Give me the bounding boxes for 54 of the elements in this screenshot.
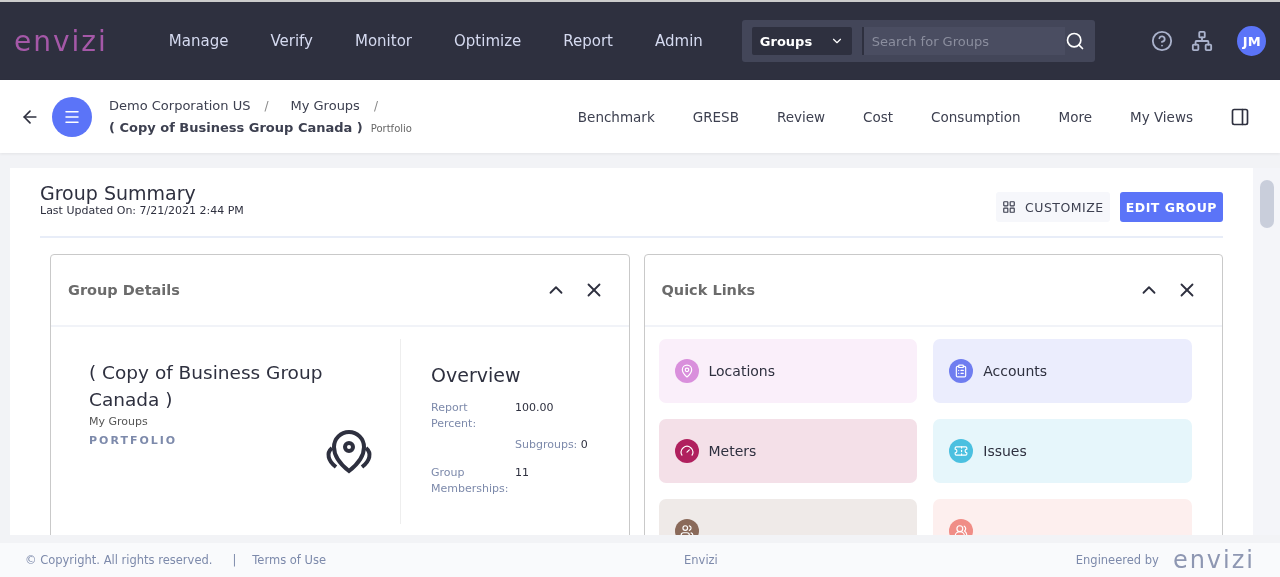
footer-brand: Envizi (684, 553, 718, 567)
panel-title: Quick Links (661, 282, 757, 298)
breadcrumb-separator: / (373, 99, 378, 113)
overview-value: 100.00 (515, 400, 555, 416)
engineered-by-text: Engineered by (1075, 553, 1159, 567)
customize-button[interactable]: CUSTOMIZE (996, 192, 1110, 222)
overview-label: Group Memberships: (431, 465, 510, 497)
nav-menu-item[interactable]: Monitor (333, 32, 433, 50)
quick-link[interactable]: Meters (658, 419, 918, 483)
nav-tab[interactable]: Benchmark (558, 108, 674, 125)
nav-tab[interactable]: My Views (1111, 108, 1212, 125)
nav-menu-item[interactable]: Optimize (433, 32, 543, 50)
nav-menu-item[interactable]: Manage (147, 32, 250, 50)
quick-link[interactable]: Accounts (933, 339, 1192, 403)
footer-separator: | (232, 553, 237, 567)
nav-menu-item[interactable]: Admin (634, 32, 724, 50)
nav-tab[interactable]: Consumption (912, 108, 1040, 125)
overview-stat: Subgroups: 0 (515, 438, 588, 451)
location-pins-icon (324, 429, 374, 475)
envizi-logo: envizi (1172, 546, 1255, 574)
help-icon[interactable] (1151, 30, 1174, 52)
overview-title: Overview (431, 364, 522, 386)
group-type-label: PORTFOLIO (89, 434, 179, 447)
nav-tab[interactable]: Cost (844, 108, 913, 125)
group-title: ( Copy of Business Group Canada ) (109, 120, 363, 135)
copyright-text: © Copyright. All rights reserved. (25, 553, 213, 567)
search-field[interactable]: Search for Groups (861, 27, 1066, 55)
breadcrumb-separator: / (264, 99, 269, 113)
group-type: Portfolio (370, 123, 412, 134)
nav-tab[interactable]: Review (757, 108, 845, 125)
envizi-logo: envizi (14, 24, 108, 58)
hierarchy-icon[interactable] (1191, 30, 1214, 52)
quick-link[interactable]: Locations (658, 339, 918, 403)
nav-menu-item[interactable]: Verify (249, 32, 334, 50)
nav-tab[interactable]: More (1039, 108, 1111, 125)
last-updated-text: Last Updated On: 7/21/2021 2:44 PM (40, 204, 245, 217)
group-name: ( Copy of Business Group Canada ) (89, 361, 324, 412)
panel-title: Group Details (68, 282, 181, 298)
page-title: Group Summary (40, 182, 197, 204)
grid-icon (1002, 200, 1016, 214)
menu-button[interactable] (52, 96, 92, 137)
overview-value: 11 (515, 465, 530, 481)
breadcrumb-link[interactable]: Demo Corporation US (109, 98, 251, 113)
breadcrumb-link[interactable]: My Groups (290, 98, 360, 113)
nav-menu-item[interactable]: Report (542, 32, 634, 50)
search-icon[interactable] (1065, 31, 1086, 51)
user-avatar[interactable]: JM (1237, 26, 1266, 56)
quick-link[interactable]: Issues (933, 419, 1192, 483)
nav-tab[interactable]: GRESB (673, 108, 758, 125)
parent-group: My Groups (89, 415, 374, 428)
edit-group-button[interactable]: EDIT GROUP (1119, 192, 1223, 222)
panel-toggle-icon[interactable] (1230, 106, 1250, 127)
scope-dropdown[interactable]: Groups (751, 27, 852, 55)
overview-label: Report Percent: (431, 400, 478, 432)
